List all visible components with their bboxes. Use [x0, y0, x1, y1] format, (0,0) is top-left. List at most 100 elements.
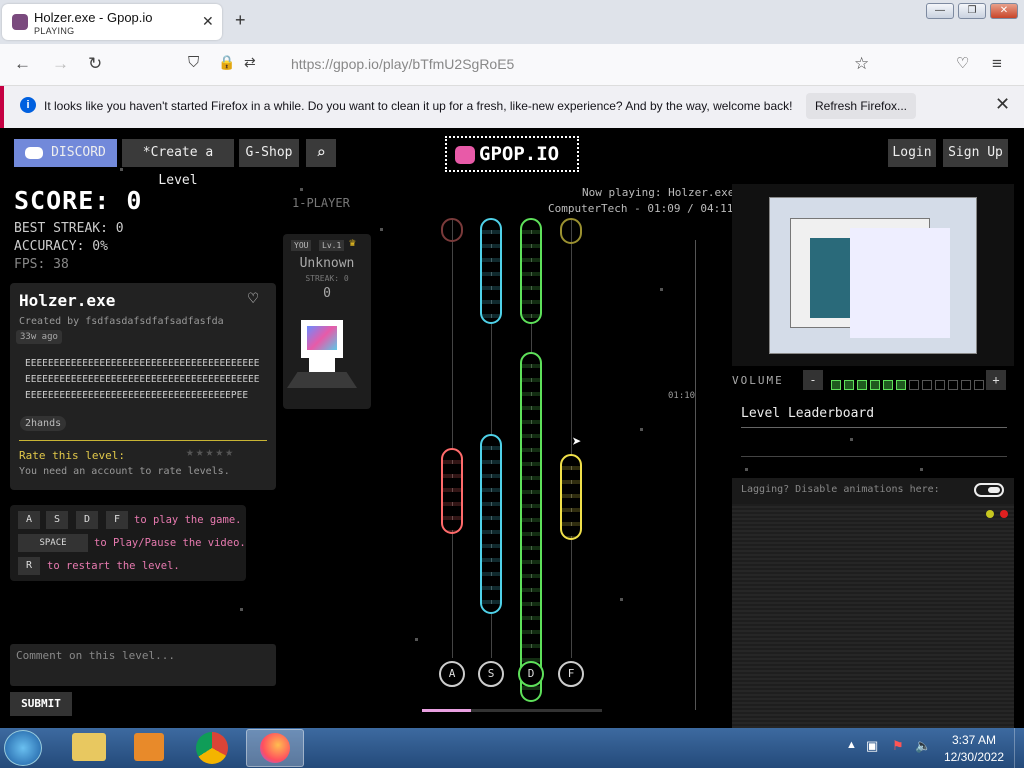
volume-step[interactable] — [974, 380, 984, 390]
lane-a-track — [452, 218, 453, 658]
browser-nav-bar: ← → ↻ ⛉ 🔒 ⇄ https://gpop.io/play/bTfmU2S… — [0, 44, 1024, 86]
media-player-icon[interactable] — [134, 733, 164, 761]
play-instruction: to play the game. — [134, 514, 242, 526]
search-icon: ⌕ — [316, 143, 326, 162]
video-thumbnail — [769, 197, 977, 354]
create-level-button[interactable]: *Create a Level — [122, 139, 234, 188]
close-tab-icon[interactable]: ✕ — [202, 13, 214, 30]
volume-step[interactable] — [857, 380, 867, 390]
login-button[interactable]: Login — [888, 139, 936, 167]
comment-input[interactable]: Comment on this level... — [10, 644, 276, 686]
pocket-icon[interactable]: ♡ — [956, 54, 969, 72]
level-info-card: Holzer.exe ♡ Created by fsdfasdafsdfafsa… — [10, 283, 276, 490]
player-mode: 1-PLAYER — [292, 196, 350, 210]
close-notification-icon[interactable]: ✕ — [995, 94, 1010, 115]
browser-tab[interactable]: Holzer.exe - Gpop.io PLAYING ✕ — [2, 4, 222, 40]
key-r: R — [18, 557, 40, 575]
restart-instruction: to restart the level. — [47, 560, 180, 572]
firefox-taskbar-button[interactable] — [246, 729, 304, 767]
volume-label: VOLUME — [732, 374, 784, 387]
rate-note: You need an account to rate levels. — [19, 466, 230, 477]
minimize-button[interactable]: — — [926, 3, 954, 19]
clock-date[interactable]: 12/30/2022 — [940, 750, 1008, 764]
note-a — [441, 448, 463, 534]
volume-step[interactable] — [922, 380, 932, 390]
lane-key-f[interactable]: F — [558, 661, 584, 687]
comment-placeholder: Comment on this level... — [16, 649, 175, 662]
crown-icon: ♛ — [349, 236, 356, 249]
note-f — [560, 218, 582, 244]
lane-key-a[interactable]: A — [439, 661, 465, 687]
chat-panel[interactable] — [732, 504, 1014, 728]
show-hidden-icons[interactable]: ▲ — [846, 739, 857, 751]
volume-bar[interactable] — [831, 375, 987, 390]
volume-step[interactable] — [831, 380, 841, 390]
notification-bar: i It looks like you haven't started Fire… — [0, 86, 1024, 128]
menu-icon[interactable]: ≡ — [992, 54, 1002, 74]
show-desktop-button[interactable] — [1014, 728, 1024, 768]
volume-step[interactable] — [883, 380, 893, 390]
signup-button[interactable]: Sign Up — [943, 139, 1008, 167]
shield-icon[interactable]: ⛉ — [188, 54, 199, 71]
volume-up-button[interactable]: + — [986, 370, 1006, 390]
volume-down-button[interactable]: - — [803, 370, 823, 390]
status-dot-red — [1000, 510, 1008, 518]
gpop-page: DISCORD *Create a Level G-Shop ⌕ GPOP.IO… — [0, 128, 1024, 728]
volume-step[interactable] — [909, 380, 919, 390]
new-tab-icon[interactable]: + — [235, 10, 246, 31]
network-icon[interactable]: ▣ — [866, 738, 878, 754]
discord-button[interactable]: DISCORD — [14, 139, 117, 167]
bookmark-star-icon[interactable]: ☆ — [854, 54, 869, 74]
leaderboard-title: Level Leaderboard — [741, 406, 875, 421]
note-s — [480, 218, 502, 324]
timeline-track — [695, 240, 696, 710]
divider — [741, 427, 1007, 428]
refresh-firefox-button[interactable]: Refresh Firefox... — [806, 93, 916, 119]
controls-card: A S D F to play the game. SPACE to Play/… — [10, 505, 246, 581]
level-tag[interactable]: 2hands — [20, 416, 67, 431]
clock-time[interactable]: 3:37 AM — [944, 733, 1004, 747]
level-description: EEEEEEEEEEEEEEEEEEEEEEEEEEEEEEEEEEEEEEEE… — [25, 358, 260, 401]
volume-step[interactable] — [935, 380, 945, 390]
volume-step[interactable] — [948, 380, 958, 390]
forward-icon[interactable]: → — [52, 54, 69, 74]
score-display: SCORE: 0 — [14, 186, 143, 215]
lane-key-d[interactable]: D — [518, 661, 544, 687]
song-progress-fill — [422, 709, 471, 712]
divider — [19, 440, 267, 441]
browser-tab-bar: Holzer.exe - Gpop.io PLAYING ✕ + — ❐ ✕ — [0, 0, 1024, 44]
permissions-icon[interactable]: ⇄ — [244, 54, 256, 71]
lane-key-s[interactable]: S — [478, 661, 504, 687]
level-creator[interactable]: Created by fsdfasdafsdfafsadfasfda — [19, 316, 224, 327]
search-button[interactable]: ⌕ — [306, 139, 336, 167]
start-button[interactable] — [4, 730, 42, 766]
reload-icon[interactable]: ↻ — [88, 54, 102, 74]
lock-icon[interactable]: 🔒 — [218, 54, 235, 71]
volume-icon[interactable]: 🔈 — [915, 738, 931, 754]
animations-toggle[interactable] — [974, 483, 1004, 497]
volume-step[interactable] — [961, 380, 971, 390]
song-progress-bar[interactable] — [422, 709, 602, 712]
maximize-button[interactable]: ❐ — [958, 3, 986, 19]
best-streak: BEST STREAK: 0 — [14, 221, 124, 236]
back-icon[interactable]: ← — [14, 54, 31, 74]
volume-step[interactable] — [844, 380, 854, 390]
heart-icon[interactable]: ♡ — [248, 289, 258, 309]
rating-stars[interactable]: ★★★★★ — [186, 445, 235, 460]
volume-step[interactable] — [870, 380, 880, 390]
close-window-button[interactable]: ✕ — [990, 3, 1018, 19]
volume-step[interactable] — [896, 380, 906, 390]
chrome-icon[interactable] — [196, 732, 228, 764]
logo-text: GPOP.IO — [479, 143, 560, 165]
submit-button[interactable]: SUBMIT — [10, 692, 72, 716]
note-f — [560, 454, 582, 540]
video-panel[interactable] — [732, 184, 1014, 366]
explorer-icon[interactable] — [72, 733, 106, 761]
g-shop-button[interactable]: G-Shop — [239, 139, 299, 167]
level-age: 33w ago — [16, 330, 62, 344]
gpop-logo[interactable]: GPOP.IO — [445, 136, 579, 172]
divider — [741, 456, 1007, 457]
notification-text: It looks like you haven't started Firefo… — [44, 99, 793, 113]
action-center-icon[interactable]: ⚑ — [892, 738, 904, 754]
url-field[interactable]: https://gpop.io/play/bTfmU2SgRoE5 — [291, 56, 514, 72]
